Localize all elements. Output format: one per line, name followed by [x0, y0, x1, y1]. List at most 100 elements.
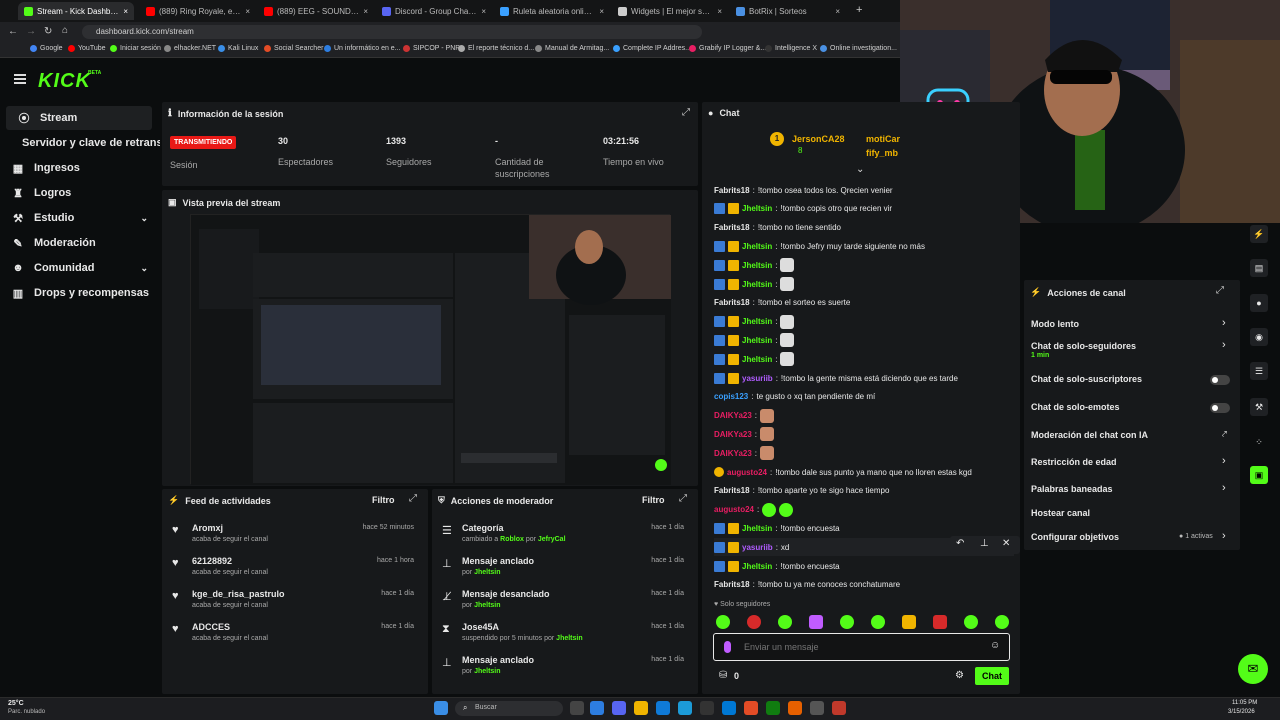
close-icon[interactable]: × [481, 7, 486, 16]
feed-popout-icon[interactable]: ⤢ [409, 493, 417, 504]
chat-username[interactable]: Jheltsin [742, 355, 772, 364]
taskbar-search[interactable]: ⌕ Buscar [455, 701, 563, 716]
chat-message[interactable]: yasuriib: !tombo la gente misma está dici… [714, 369, 958, 387]
channel-action-label[interactable]: Configurar objetivos [1031, 532, 1119, 542]
close-icon[interactable]: × [717, 7, 722, 16]
close-icon[interactable]: × [835, 7, 840, 16]
chevron-right-icon[interactable]: › [1222, 530, 1226, 542]
file-explorer-icon[interactable] [634, 701, 648, 715]
chat-message[interactable]: Fabrits18: !tombo no tiene sentido [714, 219, 841, 237]
chat-message[interactable]: Fabrits18: !tombo aparte yo te sigo hace … [714, 482, 889, 500]
clock-time[interactable]: 11:05 PM [1232, 700, 1257, 706]
chat-username[interactable]: copis123 [714, 392, 748, 401]
rail-list-icon[interactable]: ☰ [1250, 362, 1268, 380]
rail-chat-icon[interactable]: ● [1250, 294, 1268, 312]
feed-item[interactable]: ♥ 62128892 acaba de seguir el canal hace 1 … [162, 556, 422, 588]
taskbar-app-11[interactable] [810, 701, 824, 715]
rail-broadcast-icon[interactable]: ◉ [1250, 328, 1268, 346]
chat-message[interactable]: Jheltsin: !tombo encuesta [714, 519, 840, 537]
channel-action-label[interactable]: Restricción de edad [1031, 457, 1117, 467]
bookmark-item[interactable]: Manual de Armitag... [535, 45, 609, 52]
external-link-icon[interactable]: ⤤ [1222, 429, 1227, 440]
pin-icon[interactable]: ⊥ [980, 538, 989, 549]
feed-item[interactable]: ♥ ADCCES acaba de seguir el canal hace 1 dí… [162, 622, 422, 654]
chat-message[interactable]: DAIKYa23: [714, 425, 775, 443]
mod-action-by[interactable]: Jheltsin [474, 602, 500, 609]
points-icon[interactable]: ⛁ [719, 670, 727, 681]
chat-username[interactable]: DAIKYa23 [714, 411, 752, 420]
emote-8[interactable] [933, 615, 947, 629]
sidebar-item[interactable]: ▥ Drops y recompensas [0, 281, 160, 305]
mod-filter-button[interactable]: Filtro [642, 495, 665, 505]
rail-nodes-icon[interactable]: ⁘ [1250, 433, 1268, 451]
bookmark-item[interactable]: Complete IP Addres... [613, 45, 691, 52]
channel-action-label[interactable]: Hostear canal [1031, 508, 1090, 518]
taskbar-app-12[interactable] [832, 701, 846, 715]
firefox-icon[interactable] [788, 701, 802, 715]
chevron-right-icon[interactable]: › [1222, 482, 1226, 494]
edge-icon[interactable] [656, 701, 670, 715]
channel-action-label[interactable]: Moderación del chat con IA [1031, 430, 1148, 440]
toggle-switch[interactable] [1210, 403, 1230, 413]
xbox-icon[interactable] [766, 701, 780, 715]
chat-input[interactable] [744, 640, 984, 654]
sidebar-item[interactable]: ✎ Moderación [0, 231, 160, 255]
close-icon[interactable]: × [123, 7, 128, 16]
channel-action-label[interactable]: Chat de solo-suscriptores [1031, 374, 1142, 384]
popout-icon[interactable]: ⤢ [682, 107, 690, 118]
chat-message[interactable]: Jheltsin: [714, 331, 795, 349]
browser-tab[interactable]: Widgets | El mejor software pa × [612, 2, 728, 20]
close-icon[interactable]: × [363, 7, 368, 16]
url-field[interactable]: dashboard.kick.com/stream [82, 25, 702, 39]
mod-action-item[interactable]: ⧗ Jose45A suspendido por 5 minutos por Jhe… [432, 622, 692, 654]
bookmark-item[interactable]: Intelligence X [765, 45, 817, 52]
chat-message[interactable]: Jheltsin: [714, 313, 795, 331]
stream-preview-video[interactable] [190, 214, 671, 485]
reply-icon[interactable]: ↶ [956, 538, 964, 549]
chat-username[interactable]: Jheltsin [742, 242, 772, 251]
chat-username[interactable]: augusto24 [714, 505, 754, 514]
taskbar-app-2[interactable] [612, 701, 626, 715]
chat-username[interactable]: DAIKYa23 [714, 430, 752, 439]
browser-tab[interactable]: (889) Ring Royale, enfrentamien × [140, 2, 256, 20]
mod-action-item[interactable]: ⊥̸ Mensaje desanclado por Jheltsin hace 1 d… [432, 589, 692, 621]
windows-start-icon[interactable] [434, 701, 448, 715]
chevron-down-icon[interactable]: ⌄ [140, 263, 148, 274]
bookmark-item[interactable]: Google [30, 45, 63, 52]
emote-10[interactable] [995, 615, 1009, 629]
emoji-icon[interactable]: ☺ [990, 640, 1000, 651]
emote-1[interactable] [716, 615, 730, 629]
weather-temp[interactable]: 25°C [8, 700, 24, 707]
kick-logo[interactable]: KICK [38, 70, 91, 93]
bookmark-item[interactable]: El reporte técnico d... [458, 45, 534, 52]
mod-popout-icon[interactable]: ⤢ [679, 493, 687, 504]
emote-5[interactable] [840, 615, 854, 629]
rail-wrench-icon[interactable]: ⚒ [1250, 398, 1268, 416]
sidebar-item[interactable]: ▦ Ingresos [0, 156, 160, 180]
chat-message[interactable]: augusto24: !tombo dale sus punto ya mano … [714, 463, 972, 481]
bookmark-item[interactable]: Grabify IP Logger &... [689, 45, 766, 52]
home-icon[interactable]: ⌂ [62, 25, 68, 36]
bookmark-item[interactable]: YouTube [68, 45, 106, 52]
chat-message[interactable]: Jheltsin: [714, 275, 795, 293]
mod-action-highlight[interactable]: Roblox [500, 536, 524, 543]
chat-send-button[interactable]: Chat [975, 667, 1009, 685]
taskbar-app-5[interactable] [678, 701, 692, 715]
chat-username[interactable]: Fabrits18 [714, 186, 750, 195]
mod-action-item[interactable]: ☰ Categoría cambiado a Roblox por JefryCal… [432, 523, 692, 555]
mod-action-by[interactable]: JefryCal [538, 536, 566, 543]
taskbar-app-1[interactable] [590, 701, 604, 715]
mod-action-by[interactable]: Jheltsin [556, 635, 582, 642]
emote-6[interactable] [871, 615, 885, 629]
rail-bolt-icon[interactable]: ⚡ [1250, 225, 1268, 243]
chat-message[interactable]: Jheltsin: !tombo copis otro que recien vi… [714, 200, 892, 218]
chat-message[interactable]: Jheltsin: [714, 350, 795, 368]
chat-message[interactable]: Fabrits18: !tombo osea todos los. Qrecien… [714, 181, 893, 199]
taskbar-app-6[interactable] [700, 701, 714, 715]
chat-username[interactable]: augusto24 [727, 468, 767, 477]
chat-username[interactable]: Fabrits18 [714, 298, 750, 307]
chat-username[interactable]: Jheltsin [742, 562, 772, 571]
chat-username[interactable]: yasuriib [742, 543, 773, 552]
chat-username[interactable]: Jheltsin [742, 261, 772, 270]
sidebar-item[interactable]: ♜ Logros [0, 181, 160, 205]
